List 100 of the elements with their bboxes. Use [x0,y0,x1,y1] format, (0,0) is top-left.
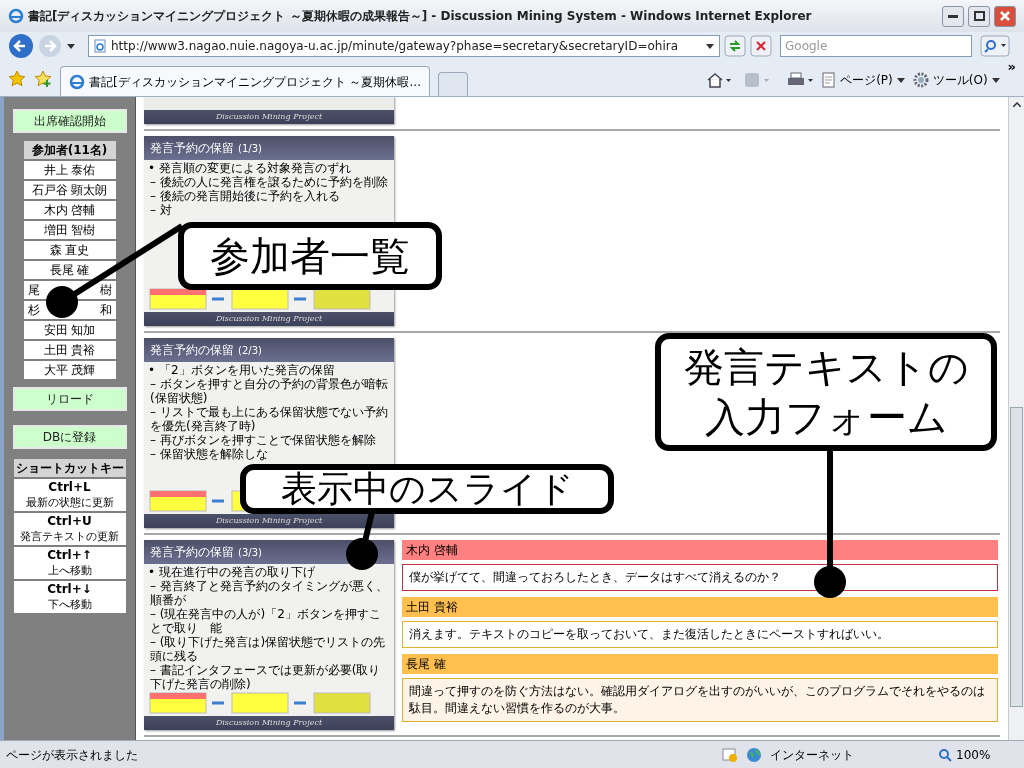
slide-page-number: (1/3) [238,141,262,156]
globe-icon [746,746,762,763]
browser-tab[interactable]: 書記[ディスカッションマイニングプロジェクト ～夏期休暇... [60,66,430,96]
maximize-icon [973,11,985,21]
shortcut-action: 最新の状態に更新 [25,495,114,510]
page-menu[interactable]: ページ(P) [822,71,905,89]
scrollbar-thumb[interactable] [1010,407,1023,707]
close-button[interactable] [994,5,1016,27]
security-zone: インターネット [770,746,855,764]
slide-title: 発言予約の保留 [150,140,234,157]
dropdown-icon[interactable] [705,42,715,50]
shortcut-key: Ctrl+↑ [47,548,92,563]
comment-input-field[interactable]: 消えます。テキストのコピーを取っておいて、また復活したときにペーストすればいい。 [402,621,998,648]
slide-sub-bullet: – 後続の人に発言権を譲るために予約を削除 [149,175,389,189]
warning-icon [722,746,738,763]
gear-icon [912,72,929,88]
participant-name-fragment: 尾 [27,282,40,299]
slide-sub-bullet: – (取り下げた発言は)保留状態でリストの先頭に残る [149,635,387,663]
shortcut-key: Ctrl+U [47,514,92,529]
register-button[interactable]: DBに登録 [12,425,127,449]
shortcut-action: 上へ移動 [47,563,92,578]
participant-item[interactable]: 土田 貴裕 [23,341,116,359]
minimize-icon [948,14,958,18]
back-icon[interactable] [8,33,34,59]
slide-sub-bullet: – リストで最も上にある保留状態でない予約を優先(発言終了時) [149,405,389,433]
search-icon[interactable] [980,35,1010,57]
speaker-name: 長尾 確 [402,654,998,674]
participant-name-fragment: 杉 [27,302,40,319]
comment-input-field[interactable]: 僕が挙げてて、間違っておろしたとき、データはすべて消えるのか？ [402,564,998,591]
slide-sub-bullet: – 対 [149,203,173,217]
slide-sub-bullet: – 再びボタンを押すことで保留状態を解除 [149,433,377,447]
participant-item[interactable]: 大平 茂輝 [23,361,116,379]
participant-item[interactable]: 石戸谷 顕太朗 [23,181,116,199]
window-title: 書記[ディスカッションマイニングプロジェクト ～夏期休暇の成果報告～] - Discussion Mining System - Windows Internet Explorer [28,8,813,25]
status-text: ページが表示されました [6,746,139,764]
document-icon [822,72,837,88]
page-icon [93,39,107,53]
dropdown-icon [896,77,905,83]
refresh-icon[interactable] [724,35,746,57]
participant-item[interactable]: 増田 智樹 [23,221,116,239]
slide-sub-bullet: – 後続の発言開始後に予約を入れる [149,189,341,203]
slide-bullet: • 現在進行中の発言の取り下げ [148,565,316,579]
slide-sub-bullet: – ボタンを押すと自分の予約の背景色が暗転(保留状態) [149,377,389,405]
callout-label: 表示中のスライド [240,464,614,514]
scroll-up-icon [1012,102,1021,107]
star-icon[interactable] [8,70,26,88]
minimize-button[interactable] [942,5,964,27]
page-icon [69,73,85,90]
add-star-icon[interactable] [34,70,52,88]
printer-icon[interactable] [786,72,815,88]
more-button[interactable]: » [1007,57,1016,77]
speaker-name: 木内 啓輔 [402,540,998,560]
callout-label: 発言テキストの入力フォーム [655,333,997,451]
participant-item[interactable]: 木内 啓輔 [23,201,116,219]
comment-input-field[interactable]: 間違って押すのを防ぐ方法はない。確認用ダイアログを出すのがいいが、このプログラムでそれをやるのは駄目。間違えない習慣を作るのが大事。 [402,678,998,722]
participant-item[interactable]: 安田 知加 [23,321,116,339]
slide-footer: Discussion Mining Project [144,110,394,124]
scrollbar[interactable] [1008,97,1024,740]
participant-name-fragment: 和 [99,302,112,319]
tools-menu[interactable]: ツール(O) [912,71,1000,89]
slide-title: 発言予約の保留 [150,544,234,561]
participant-item[interactable]: 森 直史 [23,241,116,259]
slide-footer: Discussion Mining Project [144,514,394,528]
stop-icon[interactable] [750,35,772,57]
reload-button[interactable]: リロード [12,387,127,411]
url-text: http://www3.nagao.nuie.nagoya-u.ac.jp/minute/gateway?phase=secretary&secretaryID=ohira [111,38,679,55]
tab-title: 書記[ディスカッションマイニングプロジェクト ～夏期休暇... [89,73,421,91]
slide-footer: Discussion Mining Project [144,312,394,326]
slide-sub-bullet: – 保留状態を解除しな [149,447,269,461]
shortcut-action: 発言テキストの更新 [20,529,119,544]
slide-sub-bullet: – (現在発言中の人が)「2」ボタンを押すことで取り 能 [149,607,382,635]
participants-header: 参加者(11名) [23,141,116,159]
shortcut-key: Ctrl+↓ [47,582,92,597]
dropdown-icon [991,77,1000,83]
slide-footer: Discussion Mining Project [144,716,394,730]
speaker-name: 土田 貴裕 [402,597,998,617]
participant-item[interactable]: 井上 泰佑 [23,161,116,179]
slide-page-number: (3/3) [238,545,262,560]
browser-logo-icon [8,8,24,24]
callout-label: 参加者一覧 [178,222,442,290]
participant-item[interactable]: 長尾 確 [23,261,116,279]
shortcut-action: 下へ移動 [47,597,92,612]
zoom-button[interactable]: 100% [938,745,1018,764]
attendance-button[interactable]: 出席確認開始 [12,109,127,133]
slide-sub-bullet: – 書記インタフェースでは更新が必要(取り下げた発言の削除) [149,663,382,691]
address-field[interactable]: http://www3.nagao.nuie.nagoya-u.ac.jp/minute/gateway?phase=secretary&secretaryID=ohira [88,35,720,57]
slide-sub-bullet: – 発言終了と発言予約のタイミングが悪く、順番が [149,579,389,607]
zoom-icon [938,747,952,762]
shortcut-key: Ctrl+L [48,480,91,495]
slide-bullet: • 「2」ボタンを用いた発言の保留 [148,363,336,377]
maximize-button[interactable] [968,5,990,27]
search-field[interactable]: Google [780,35,972,57]
participant-name-fragment: 樹 [99,282,112,299]
slide-title: 発言予約の保留 [150,342,234,359]
dropdown-icon[interactable] [66,42,76,50]
home-icon[interactable] [706,72,733,88]
shortcuts-header: ショートカットキー [13,459,126,477]
slide-bullet: • 発言順の変更による対象発言のずれ [148,161,352,175]
close-icon [1000,11,1010,21]
slide-page-number: (2/3) [238,343,262,358]
